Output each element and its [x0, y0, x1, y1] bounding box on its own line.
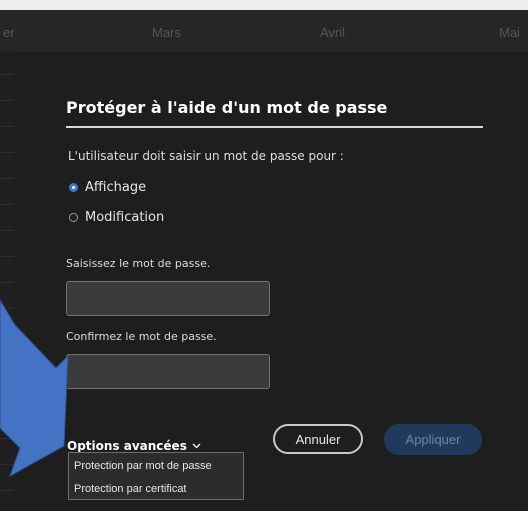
calendar-month-header: er Mars Avril Mai [0, 10, 528, 52]
cancel-button[interactable]: Annuler [273, 424, 363, 454]
confirm-password-input[interactable] [66, 354, 270, 389]
password-input[interactable] [66, 281, 270, 316]
calendar-grid [0, 52, 15, 511]
advanced-options-toggle[interactable]: Options avancées [67, 439, 201, 453]
radio-label: Modification [85, 210, 165, 225]
radio-button[interactable] [69, 213, 78, 222]
confirm-password-label: Confirmez le mot de passe. [66, 330, 217, 343]
month-label: Mars [152, 25, 181, 40]
radio-button-checked[interactable] [69, 183, 78, 192]
chevron-down-icon [192, 443, 201, 449]
dialog-title: Protéger à l'aide d'un mot de passe [66, 98, 388, 117]
radio-option-edit[interactable]: Modification [69, 210, 164, 225]
apply-button[interactable]: Appliquer [384, 424, 482, 455]
radio-option-view[interactable]: Affichage [69, 180, 146, 195]
month-label: Avril [320, 25, 346, 40]
password-field-label: Saisissez le mot de passe. [66, 257, 211, 270]
app-window: er Mars Avril Mai Protéger à l'aide d'un… [0, 10, 528, 511]
advanced-options-label: Options avancées [67, 439, 187, 453]
month-label: er [3, 25, 15, 40]
advanced-options-menu: Protection par mot de passe Protection p… [68, 452, 244, 500]
protection-prompt: L'utilisateur doit saisir un mot de pass… [68, 149, 344, 163]
menu-item-password-protection[interactable]: Protection par mot de passe [69, 460, 243, 472]
menu-item-certificate-protection[interactable]: Protection par certificat [69, 483, 243, 495]
month-label: Mai [499, 25, 520, 40]
radio-label: Affichage [85, 180, 147, 195]
title-divider [66, 126, 483, 128]
password-protection-dialog: Protéger à l'aide d'un mot de passe L'ut… [14, 52, 528, 511]
